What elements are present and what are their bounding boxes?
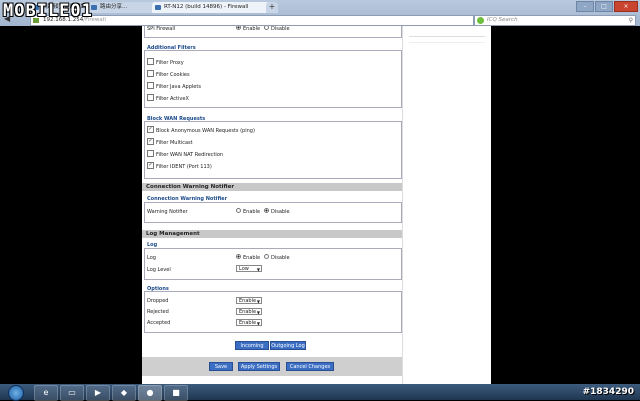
icq-search-icon bbox=[477, 17, 484, 24]
filter-activex-checkbox[interactable]: Filter ActiveX bbox=[147, 94, 189, 102]
checkbox-label: Filter Multicast bbox=[156, 140, 193, 146]
radio-label: Disable bbox=[271, 255, 290, 261]
warning-notifier-label: Warning Notifier bbox=[147, 209, 188, 215]
checkbox-box bbox=[147, 58, 154, 65]
radio-dot bbox=[236, 26, 241, 30]
watermark: #1834290 bbox=[582, 387, 634, 397]
checkbox-label: Filter IDENT (Port 113) bbox=[156, 164, 212, 170]
cancel-changes-button[interactable]: Cancel Changes bbox=[286, 362, 334, 371]
window-controls: – □ × bbox=[576, 1, 638, 12]
checkbox-label: Filter Proxy bbox=[156, 60, 184, 66]
checkbox-box: ✓ bbox=[147, 126, 154, 133]
select-value: Enable bbox=[239, 320, 257, 326]
apply-settings-button[interactable]: Apply Settings bbox=[238, 362, 280, 371]
checkbox-box: ✓ bbox=[147, 138, 154, 145]
conn-warning-section-bar: Connection Warning Notifier bbox=[142, 183, 402, 191]
divider bbox=[409, 42, 485, 43]
app-icon[interactable]: ◆ bbox=[112, 385, 136, 401]
radio-dot bbox=[264, 26, 269, 30]
chevron-down-icon: ▼ bbox=[256, 321, 260, 326]
log-enable-radio[interactable]: Enable bbox=[236, 254, 261, 261]
filter-multicast-checkbox[interactable]: ✓ Filter Multicast bbox=[147, 138, 193, 146]
search-icon[interactable]: ⚲ bbox=[629, 16, 633, 25]
spi-label: SPI Firewall bbox=[147, 26, 176, 32]
checkbox-label: Filter Cookies bbox=[156, 72, 190, 78]
block-ping-checkbox[interactable]: ✓ Block Anonymous WAN Requests (ping) bbox=[147, 126, 255, 134]
maximize-button[interactable]: □ bbox=[595, 1, 613, 12]
checkbox-label: Filter ActiveX bbox=[156, 96, 189, 102]
taskbar: e ▭ ▶ ◆ ● ■ bbox=[0, 384, 640, 401]
radio-label: Disable bbox=[271, 209, 290, 215]
spi-disable-radio[interactable]: Disable bbox=[264, 26, 290, 32]
rejected-select[interactable]: Enable ▼ bbox=[236, 308, 262, 315]
options-fieldset bbox=[144, 291, 402, 333]
checkbox-label: Block Anonymous WAN Requests (ping) bbox=[156, 128, 255, 134]
select-value: Low bbox=[239, 266, 249, 272]
radio-dot bbox=[236, 208, 241, 213]
new-tab-button[interactable]: + bbox=[266, 2, 278, 13]
radio-dot bbox=[236, 254, 241, 259]
folder-icon[interactable]: ▭ bbox=[60, 385, 84, 401]
start-button[interactable] bbox=[8, 385, 24, 401]
tab-label: RT-N12 (build 14896) - Firewall bbox=[164, 4, 249, 10]
site-logo: MOBILE01 bbox=[3, 1, 93, 21]
log-level-label: Log Level bbox=[147, 267, 171, 273]
chevron-down-icon: ▼ bbox=[256, 267, 260, 272]
ie-icon[interactable]: e bbox=[34, 385, 58, 401]
outgoing-log-button[interactable]: Outgoing Log bbox=[270, 341, 306, 350]
media-player-icon[interactable]: ▶ bbox=[86, 385, 110, 401]
checkbox-box bbox=[147, 82, 154, 89]
search-input[interactable]: ICQ Search ⚲ bbox=[474, 15, 636, 26]
divider bbox=[409, 36, 485, 37]
radio-label: Disable bbox=[271, 26, 290, 32]
radio-label: Enable bbox=[243, 26, 261, 32]
log-level-select[interactable]: Low ▼ bbox=[236, 265, 262, 272]
select-value: Enable bbox=[239, 298, 257, 304]
filter-proxy-checkbox[interactable]: Filter Proxy bbox=[147, 58, 184, 66]
log-label: Log bbox=[147, 255, 156, 261]
filter-ident-checkbox[interactable]: ✓ Filter IDENT (Port 113) bbox=[147, 162, 212, 170]
warning-enable-radio[interactable]: Enable bbox=[236, 208, 261, 215]
checkbox-box bbox=[147, 150, 154, 157]
dropped-label: Dropped bbox=[147, 298, 169, 304]
filter-java-checkbox[interactable]: Filter Java Applets bbox=[147, 82, 201, 90]
dropped-select[interactable]: Enable ▼ bbox=[236, 297, 262, 304]
select-value: Enable bbox=[239, 309, 257, 315]
incoming-log-button[interactable]: Incoming Log bbox=[235, 341, 269, 358]
filter-cookies-checkbox[interactable]: Filter Cookies bbox=[147, 70, 190, 78]
radio-label: Enable bbox=[243, 255, 261, 261]
chevron-down-icon: ▼ bbox=[256, 299, 260, 304]
save-button[interactable]: Save bbox=[209, 362, 233, 371]
radio-label: Enable bbox=[243, 209, 261, 215]
log-disable-radio[interactable]: Disable bbox=[264, 254, 290, 261]
checkbox-label: Filter WAN NAT Redirection bbox=[156, 152, 224, 158]
right-panel bbox=[402, 26, 491, 384]
filter-nat-redirection-checkbox[interactable]: Filter WAN NAT Redirection bbox=[147, 150, 224, 158]
rejected-label: Rejected bbox=[147, 309, 169, 315]
accepted-select[interactable]: Enable ▼ bbox=[236, 319, 262, 326]
checkbox-label: Filter Java Applets bbox=[156, 84, 201, 90]
checkbox-box: ✓ bbox=[147, 162, 154, 169]
accepted-label: Accepted bbox=[147, 320, 171, 326]
checkbox-box bbox=[147, 94, 154, 101]
radio-dot bbox=[264, 208, 269, 213]
chevron-down-icon: ▼ bbox=[256, 310, 260, 315]
app-icon[interactable]: ■ bbox=[164, 385, 188, 401]
close-window-button[interactable]: × bbox=[614, 1, 638, 12]
tab-firewall[interactable]: RT-N12 (build 14896) - Firewall× bbox=[152, 2, 276, 13]
firefox-icon[interactable]: ● bbox=[138, 385, 162, 401]
minimize-button[interactable]: – bbox=[576, 1, 594, 12]
log-fieldset bbox=[144, 248, 402, 280]
warning-disable-radio[interactable]: Disable bbox=[264, 208, 290, 215]
search-placeholder: ICQ Search bbox=[487, 17, 518, 23]
radio-dot bbox=[264, 254, 269, 259]
log-management-section-bar: Log Management bbox=[142, 230, 402, 238]
spi-enable-radio[interactable]: Enable bbox=[236, 26, 260, 32]
checkbox-box bbox=[147, 70, 154, 77]
favicon-icon bbox=[155, 5, 161, 10]
